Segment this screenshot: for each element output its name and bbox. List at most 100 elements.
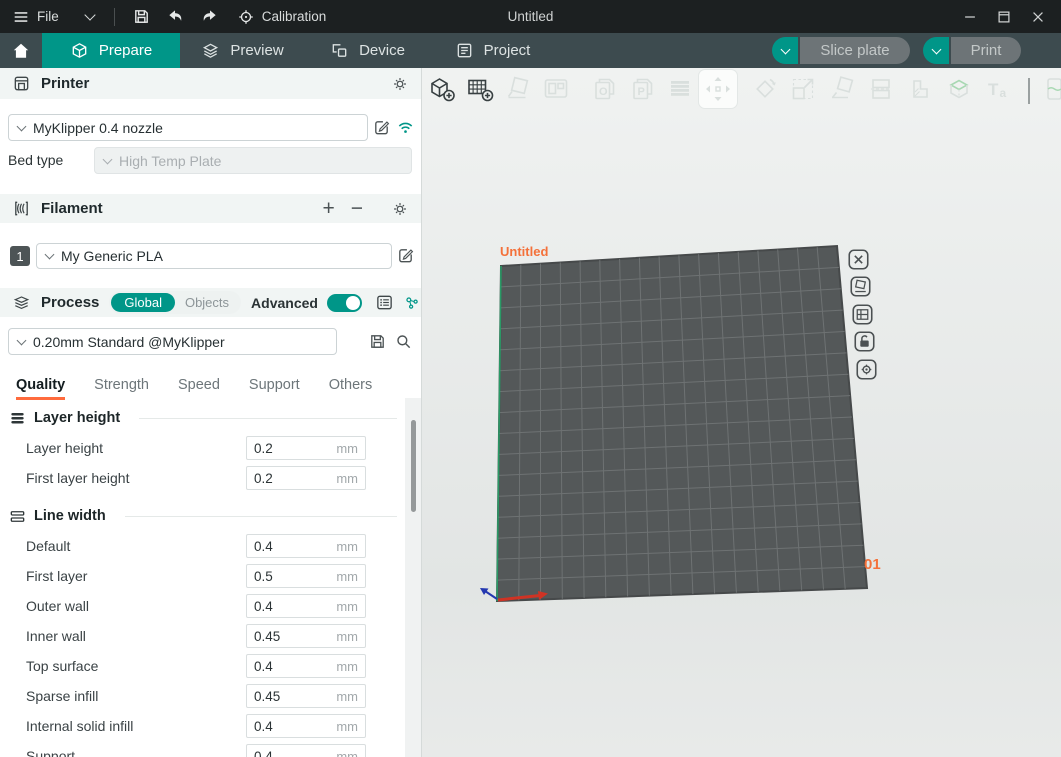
advanced-toggle[interactable]: [327, 294, 362, 312]
param-tab-others[interactable]: Others: [329, 377, 373, 400]
tab-project[interactable]: Project: [430, 33, 555, 68]
add-plate-icon[interactable]: [465, 74, 495, 104]
auto-orient-icon[interactable]: [504, 74, 534, 104]
param-input[interactable]: 0.45mm: [246, 624, 366, 648]
printer-preset-select[interactable]: MyKlipper 0.4 nozzle: [8, 114, 368, 141]
close-button[interactable]: [1021, 0, 1055, 33]
param-unit: mm: [336, 599, 358, 614]
place-on-face-icon[interactable]: [827, 74, 857, 104]
edit-printer-icon[interactable]: [372, 118, 391, 137]
printer-icon: [12, 74, 31, 93]
param-unit: mm: [336, 471, 358, 486]
param-input[interactable]: 0.5mm: [246, 564, 366, 588]
print-options-button[interactable]: [923, 37, 949, 64]
preview-icon: [201, 41, 220, 60]
cut-icon[interactable]: [866, 74, 896, 104]
edit-filament-icon[interactable]: [396, 246, 415, 265]
parameter-tabs: Quality Strength Speed Support Others: [0, 366, 399, 400]
param-row: Support0.4mm: [0, 741, 399, 757]
tab-label: Project: [484, 42, 531, 59]
support-painting-icon[interactable]: [906, 74, 936, 104]
param-value: 0.45: [254, 689, 280, 704]
tab-prepare[interactable]: Prepare: [42, 33, 180, 68]
orient-plate-icon[interactable]: [850, 276, 871, 297]
group-header: Layer height: [0, 403, 399, 433]
filament-preset-select[interactable]: My Generic PLA: [36, 243, 392, 269]
calibration-button[interactable]: Calibration: [227, 0, 337, 33]
process-icon: [12, 293, 31, 312]
lock-plate-icon[interactable]: [854, 331, 875, 352]
param-tab-strength[interactable]: Strength: [94, 377, 149, 400]
redo-button[interactable]: [193, 0, 227, 33]
param-input[interactable]: 0.4mm: [246, 714, 366, 738]
maximize-button[interactable]: [987, 0, 1021, 33]
minimize-button[interactable]: [953, 0, 987, 33]
prepare-icon: [70, 41, 89, 60]
param-tab-support[interactable]: Support: [249, 377, 300, 400]
slice-plate-button[interactable]: Slice plate: [800, 37, 910, 64]
param-input[interactable]: 0.4mm: [246, 594, 366, 618]
param-input[interactable]: 0.45mm: [246, 684, 366, 708]
seam-painting-icon[interactable]: [1046, 74, 1061, 104]
tab-label: Device: [359, 42, 405, 59]
svg-text:a: a: [1000, 86, 1007, 100]
build-plate[interactable]: [422, 68, 1061, 757]
titlebar: File Calibration Untitled: [0, 0, 1061, 33]
split-to-parts-icon[interactable]: P: [628, 74, 658, 104]
search-icon[interactable]: [394, 332, 413, 351]
undo-button[interactable]: [159, 0, 193, 33]
arrange-icon[interactable]: [541, 74, 571, 104]
add-filament-button[interactable]: +: [322, 198, 334, 219]
window-title: Untitled: [508, 0, 554, 33]
add-object-icon[interactable]: [427, 74, 457, 104]
svg-text:P: P: [638, 86, 645, 98]
filament-settings-gear-icon[interactable]: [391, 200, 409, 218]
param-tab-quality[interactable]: Quality: [16, 377, 65, 400]
remove-filament-button[interactable]: −: [351, 198, 363, 219]
parameter-table-icon[interactable]: [375, 293, 394, 312]
process-preset-select[interactable]: 0.20mm Standard @MyKlipper: [8, 328, 337, 355]
tab-device[interactable]: Device: [305, 33, 430, 68]
scope-objects-button[interactable]: Objects: [175, 295, 239, 310]
scale-icon[interactable]: [788, 74, 818, 104]
param-input[interactable]: 0.2mm: [246, 466, 366, 490]
tab-preview[interactable]: Preview: [180, 33, 305, 68]
param-input[interactable]: 0.4mm: [246, 654, 366, 678]
hamburger-icon: [12, 8, 30, 26]
file-menu-button[interactable]: File: [0, 0, 104, 33]
plate-name-label[interactable]: Untitled: [500, 244, 548, 259]
process-preset-value: 0.20mm Standard @MyKlipper: [33, 334, 225, 350]
param-input[interactable]: 0.4mm: [246, 744, 366, 757]
panel-scrollbar[interactable]: [405, 398, 422, 757]
param-input[interactable]: 0.2mm: [246, 436, 366, 460]
split-to-objects-icon[interactable]: O: [590, 74, 620, 104]
save-button[interactable]: [125, 0, 159, 33]
bed-type-select[interactable]: High Temp Plate: [94, 147, 412, 174]
mesh-boolean-icon[interactable]: [944, 74, 974, 104]
param-label: Sparse infill: [26, 688, 98, 704]
param-tab-speed[interactable]: Speed: [178, 377, 220, 400]
divider: [125, 516, 397, 517]
print-button[interactable]: Print: [951, 37, 1021, 64]
scrollbar-thumb[interactable]: [411, 420, 416, 512]
param-input[interactable]: 0.4mm: [246, 534, 366, 558]
wifi-connection-icon[interactable]: [396, 118, 415, 137]
save-preset-icon[interactable]: [368, 332, 387, 351]
move-icon[interactable]: [699, 70, 737, 108]
plate-settings-icon[interactable]: [856, 359, 877, 380]
arrange-plate-icon[interactable]: [852, 304, 873, 325]
home-button[interactable]: [0, 33, 42, 68]
text-shape-icon[interactable]: Ta: [983, 74, 1013, 104]
compare-presets-icon[interactable]: [403, 294, 421, 312]
slice-options-button[interactable]: [772, 37, 798, 64]
variable-layer-height-icon[interactable]: [665, 74, 695, 104]
bed-type-label: Bed type: [8, 152, 63, 168]
scope-global-button[interactable]: Global: [111, 293, 175, 312]
delete-plate-icon[interactable]: [848, 249, 869, 270]
svg-text:O: O: [599, 86, 608, 98]
printer-settings-gear-icon[interactable]: [391, 75, 409, 93]
rotate-icon[interactable]: [750, 74, 780, 104]
viewport-3d[interactable]: OPTa Untitled 01: [422, 68, 1061, 757]
undo-icon: [166, 7, 185, 26]
chevron-down-icon: [780, 44, 790, 54]
